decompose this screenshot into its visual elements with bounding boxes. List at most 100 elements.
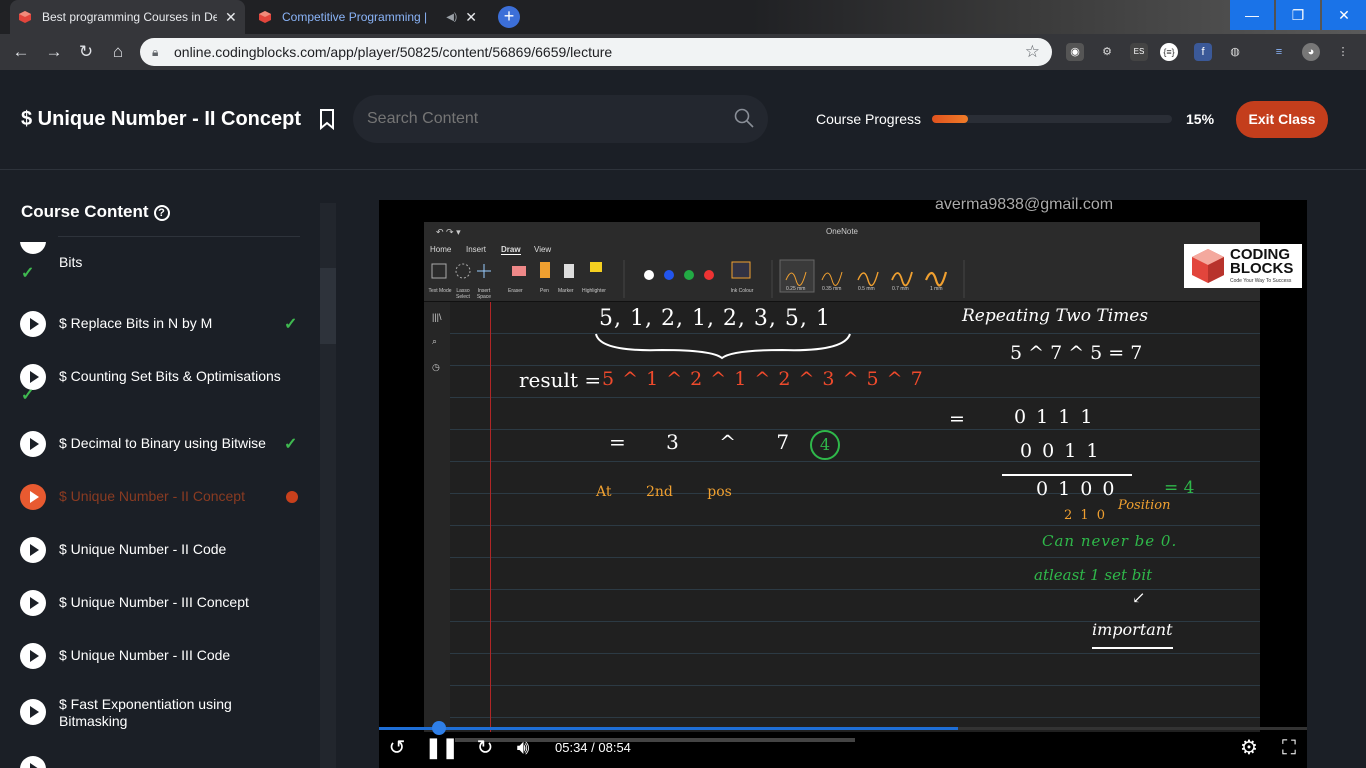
play-icon: [20, 537, 46, 563]
video-player[interactable]: averma9838@gmail.com ↶ ↷ ▾ OneNote Home …: [379, 196, 1307, 768]
course-content-heading: Course Content?: [21, 202, 170, 222]
extension-gear-icon[interactable]: ⚙: [1098, 43, 1116, 61]
lesson-title: $ Replace Bits in N by M: [59, 315, 213, 331]
lecture-title: $ Unique Number - II Concept: [21, 108, 302, 130]
extension-facebook-icon[interactable]: f: [1194, 43, 1212, 61]
lesson-item[interactable]: Bits ✓: [20, 236, 310, 286]
mute-icon[interactable]: ◀︎): [446, 12, 457, 23]
lesson-item[interactable]: $ Unique Number - III Code: [20, 643, 310, 683]
hw-eq4: = 4: [1164, 478, 1195, 498]
hw-pos-digits: 2 1 0: [1064, 508, 1108, 523]
lesson-title: $ Unique Number - II Code: [59, 541, 227, 557]
tool-label: Ink Colour: [730, 288, 754, 294]
video-controls: ↺ ❚❚ ↻ 🔊︎ 05:34 / 08:54 ⚙ ⛶: [379, 732, 1307, 768]
settings-gear-icon[interactable]: ⚙: [1237, 736, 1261, 760]
extension-ninja-icon[interactable]: ◉: [1066, 43, 1084, 61]
close-window-button[interactable]: ✕: [1322, 0, 1366, 30]
now-playing-dot: [286, 491, 298, 503]
browser-tab-2-title: Competitive Programming |: [282, 10, 428, 24]
lesson-title: $ Fast Exponentiation using Bitmasking: [59, 696, 232, 729]
restore-button[interactable]: ❐: [1276, 0, 1320, 30]
course-progress-label: Course Progress: [816, 111, 922, 127]
home-icon[interactable]: ⌂: [107, 41, 129, 63]
lesson-item[interactable]: $ Unique Number - II Code: [20, 537, 310, 577]
onenote-tab: Home: [430, 245, 452, 254]
new-tab-button[interactable]: +: [498, 6, 520, 28]
hw-heading: Repeating Two Times: [962, 306, 1149, 326]
reload-icon[interactable]: ↻: [75, 41, 97, 63]
course-content-sidebar: Course Content? Bits ✓ $ Replace Bits in…: [0, 171, 340, 768]
hw-at-line: At 2nd pos: [596, 484, 732, 500]
pen-size: 0.25 mm: [786, 286, 806, 292]
tool-label: Insert Space: [476, 288, 492, 300]
completed-check-icon: ✓: [21, 387, 35, 404]
pen-size: 0.7 mm: [892, 286, 909, 292]
hw-binary-1: 0 1 1 1: [1014, 406, 1095, 428]
browser-toolbar: ← → ↻ ⌂ 🔒︎ online.codingblocks.com/app/p…: [0, 34, 1366, 70]
lesson-item[interactable]: $ Decimal to Binary using Bitwise ✓: [20, 431, 310, 471]
profile-avatar[interactable]: ◕: [1302, 43, 1320, 61]
lock-icon: 🔒︎: [152, 45, 159, 59]
lesson-item[interactable]: $ Replace Bits in N by M ✓: [20, 311, 310, 351]
lesson-item[interactable]: $ Fast Exponentiation using Bitmasking: [20, 696, 310, 749]
lesson-item-partial[interactable]: [20, 756, 310, 768]
browser-tab-1[interactable]: Best programming Courses in De ✕: [10, 0, 245, 34]
onenote-window: ↶ ↷ ▾ OneNote Home Insert Draw View Text…: [424, 222, 1302, 732]
rewind-icon[interactable]: ↺: [385, 736, 409, 760]
pause-icon[interactable]: ❚❚: [425, 736, 459, 760]
chrome-menu-icon[interactable]: ⋮: [1334, 43, 1352, 61]
hw-never: Can never be 0.: [1042, 532, 1178, 550]
course-content-title: Course Content: [21, 202, 149, 221]
forward-icon[interactable]: →: [43, 41, 65, 63]
play-icon: [20, 756, 46, 768]
close-tab-icon[interactable]: ✕: [225, 9, 237, 26]
browser-tab-2[interactable]: Competitive Programming | ◀︎) ✕: [250, 0, 485, 34]
hw-array: 5, 1, 2, 1, 2, 3, 5, 1: [599, 306, 831, 331]
tool-label: Text Mode: [428, 288, 452, 294]
onenote-titlebar: ↶ ↷ ▾ OneNote: [424, 222, 1260, 242]
tool-label: Eraser: [508, 288, 523, 294]
exit-class-button[interactable]: Exit Class: [1236, 101, 1328, 138]
course-progress-bar: [932, 115, 1172, 123]
media-queue-icon[interactable]: ≡: [1270, 43, 1288, 61]
tool-label: Highlighter: [582, 288, 606, 294]
lesson-item-active[interactable]: $ Unique Number - II Concept: [20, 484, 310, 524]
lesson-title: $ Unique Number - III Code: [59, 647, 231, 663]
bookmark-star-icon[interactable]: ☆: [1025, 38, 1040, 66]
lesson-item[interactable]: $ Unique Number - III Concept: [20, 590, 310, 630]
hw-binary-2: 0 0 1 1: [1020, 440, 1101, 462]
undo-icon: ↶ ↷ ▾: [436, 227, 461, 237]
extension-spy-icon[interactable]: ◍: [1226, 43, 1244, 61]
back-icon[interactable]: ←: [10, 41, 32, 63]
onenote-tab: View: [534, 245, 552, 254]
seek-bar[interactable]: [379, 721, 1307, 735]
hw-binary-3: 0 1 0 0: [1036, 478, 1117, 500]
hw-equals-sign: =: [949, 408, 965, 430]
lesson-title: $ Decimal to Binary using Bitwise: [59, 435, 266, 451]
browser-tab-bar: Best programming Courses in De ✕ Competi…: [0, 0, 1366, 34]
hw-underline: [1002, 474, 1132, 476]
help-icon[interactable]: ?: [153, 205, 170, 221]
close-tab-icon[interactable]: ✕: [465, 9, 477, 26]
lesson-item[interactable]: $ Counting Set Bits & Optimisations ✓: [20, 364, 310, 414]
coding-blocks-logo: CODING BLOCKS Code Your Way To Success: [1184, 244, 1302, 288]
url-text: online.codingblocks.com/app/player/50825…: [174, 44, 613, 60]
volume-icon[interactable]: 🔊︎: [511, 736, 535, 760]
fullscreen-icon[interactable]: ⛶: [1277, 736, 1301, 760]
browser-tab-1-title: Best programming Courses in De: [42, 10, 217, 24]
extension-json-icon[interactable]: {≡}: [1160, 43, 1178, 61]
lecture-header: $ Unique Number - II Concept Course Prog…: [0, 70, 1366, 170]
hw-xor-example: 5 ^ 7 ^ 5 = 7: [1010, 342, 1143, 364]
extension-es-icon[interactable]: ES: [1130, 43, 1148, 61]
hw-circled-four: 4: [810, 430, 840, 460]
address-bar[interactable]: 🔒︎ online.codingblocks.com/app/player/50…: [140, 38, 1052, 66]
logo-text-line2: BLOCKS: [1230, 260, 1294, 277]
search-icon[interactable]: [734, 108, 754, 128]
logo-tagline: Code Your Way To Success: [1230, 278, 1292, 284]
forward-icon[interactable]: ↻: [473, 736, 497, 760]
search-input[interactable]: [353, 95, 768, 143]
sidebar-scrollbar-thumb[interactable]: [320, 268, 336, 344]
course-progress-fill: [932, 115, 968, 123]
bookmark-icon[interactable]: [318, 108, 336, 130]
minimize-button[interactable]: —: [1230, 0, 1274, 30]
